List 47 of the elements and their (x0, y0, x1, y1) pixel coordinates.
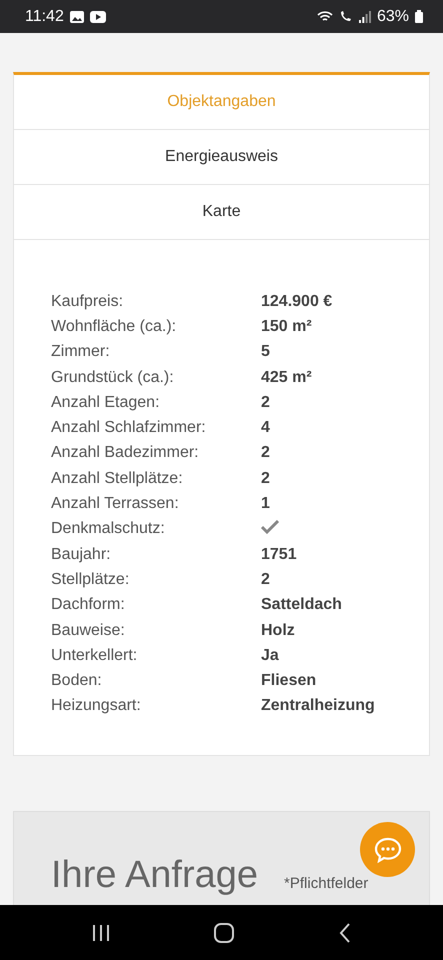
detail-label: Anzahl Terrassen: (51, 495, 180, 514)
detail-value: 1 (261, 495, 271, 514)
detail-label: Heizungsart: (51, 697, 142, 716)
detail-value: 425 m² (261, 368, 313, 387)
detail-value: 4 (261, 419, 271, 438)
detail-label: Kaufpreis: (51, 292, 124, 311)
detail-value: 2 (261, 570, 271, 589)
battery-icon (415, 10, 423, 23)
detail-label: Anzahl Stellplätze: (51, 470, 184, 488)
form-title: Ihre Anfrage (51, 856, 258, 894)
detail-label: Boden: (51, 672, 103, 690)
video-icon (90, 10, 106, 22)
detail-label: Grundstück (ca.): (51, 368, 175, 387)
detail-value: Ja (261, 646, 280, 665)
detail-value: 2 (261, 394, 271, 412)
detail-label: Baujahr: (51, 546, 112, 564)
detail-label: Anzahl Badezimmer: (51, 444, 200, 462)
detail-label: Unterkellert: (51, 646, 138, 665)
detail-value: Holz (261, 622, 296, 640)
detail-value: 2 (261, 470, 271, 488)
detail-value: Zentralheizung (261, 697, 376, 716)
detail-value: Satteldach (261, 596, 343, 614)
detail-value: Fliesen (261, 672, 318, 690)
image-icon (70, 10, 84, 22)
detail-value: 124.900 € (261, 292, 334, 311)
detail-value: 2 (261, 444, 271, 462)
detail-label: Dachform: (51, 596, 126, 614)
detail-label: Anzahl Etagen: (51, 394, 161, 412)
detail-value: 150 m² (261, 318, 313, 336)
detail-label: Zimmer: (51, 343, 111, 362)
home-icon[interactable] (214, 922, 234, 942)
wifi-icon (316, 10, 333, 23)
detail-value: 1751 (261, 546, 298, 564)
battery-percent: 63% (376, 8, 409, 26)
detail-label: Anzahl Schlafzimmer: (51, 419, 207, 438)
detail-label: Stellplätze: (51, 570, 130, 589)
signal-icon (358, 10, 371, 22)
back-icon[interactable] (338, 922, 351, 942)
required-note: *Pflichtfelder (284, 875, 368, 892)
detail-value: 5 (261, 343, 271, 362)
chat-bubble-icon (374, 836, 402, 862)
status-time: 11:42 (25, 8, 64, 26)
recent-apps-icon[interactable] (92, 924, 110, 942)
detail-label: Denkmalschutz: (51, 520, 166, 538)
detail-label: Wohnfläche (ca.): (51, 318, 178, 336)
detail-label: Bauweise: (51, 622, 126, 640)
call-icon (338, 10, 353, 23)
